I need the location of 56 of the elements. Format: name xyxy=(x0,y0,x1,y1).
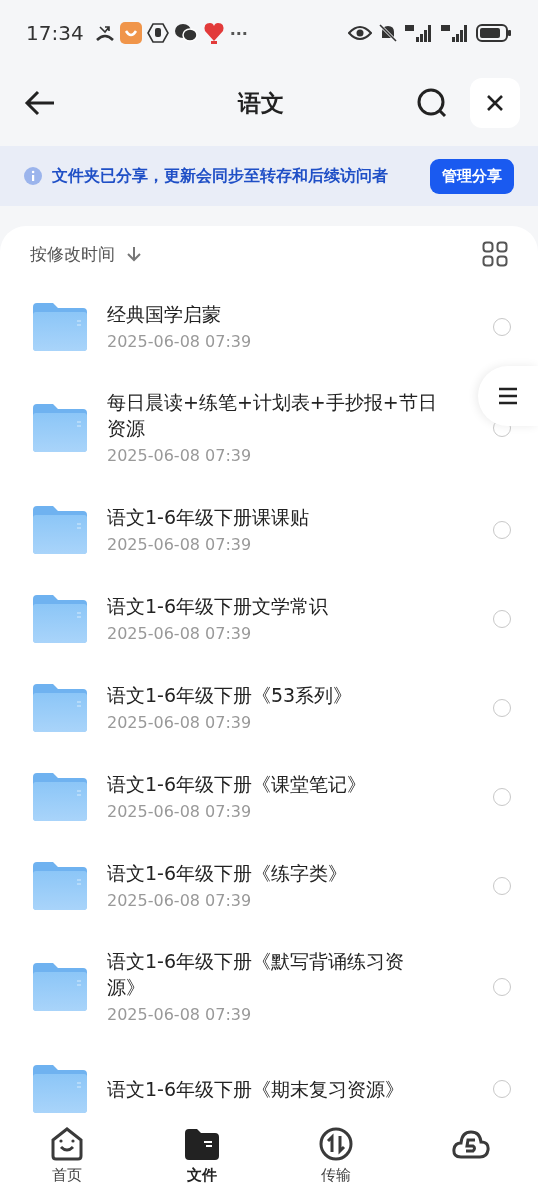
folder-name[interactable]: 语文1-6年级下册《53系列》 xyxy=(107,681,437,708)
more-notifications: ··· xyxy=(229,23,248,43)
chat-app-icon xyxy=(173,23,198,43)
folder-name[interactable]: 语文1-6年级下册《课堂笔记》 xyxy=(107,770,437,797)
modified-date: 2025-06-08 07:39 xyxy=(107,800,253,823)
transfer-icon[interactable] xyxy=(319,1126,354,1162)
folder-name[interactable]: 语文1-6年级下册《期末复习资源》 xyxy=(107,1075,437,1102)
modified-date: 2025-06-08 07:39 xyxy=(107,1004,253,1026)
floating-menu[interactable] xyxy=(478,366,538,426)
search-button[interactable] xyxy=(416,87,448,119)
search-icon xyxy=(416,87,448,119)
back-button[interactable] xyxy=(24,90,56,116)
folder-name[interactable]: 语文1-6年级下册《练字类》 xyxy=(107,859,437,886)
eye-icon xyxy=(348,25,372,41)
folder-icon xyxy=(33,963,87,1011)
signal-icon xyxy=(404,23,434,43)
folder-icon xyxy=(33,505,87,554)
home-icon[interactable] xyxy=(49,1126,86,1162)
signal-icon xyxy=(440,23,470,43)
close-icon xyxy=(486,94,504,112)
nav-tab[interactable]: 首页 xyxy=(52,1166,83,1185)
battery-icon xyxy=(476,23,512,43)
back-arrow-icon xyxy=(24,90,56,116)
grid-view-icon[interactable] xyxy=(482,241,508,267)
folder-icon xyxy=(33,1064,87,1113)
modified-date: 2025-06-08 07:39 xyxy=(107,330,253,353)
info-icon xyxy=(24,167,42,185)
folder-name[interactable]: 语文1-6年级下册《默写背诵练习资源》 xyxy=(107,948,437,1000)
folder-name[interactable]: 语文1-6年级下册课课贴 xyxy=(107,503,437,530)
modified-date: 2025-06-08 07:39 xyxy=(107,533,253,556)
folder-name[interactable]: 语文1-6年级下册文学常识 xyxy=(107,592,437,619)
modified-date: 2025-06-08 07:39 xyxy=(107,889,253,912)
folder-icon xyxy=(33,772,87,821)
folder-icon xyxy=(33,861,87,910)
folder-icon xyxy=(33,302,87,351)
close-button[interactable] xyxy=(470,78,520,128)
modified-date: 2025-06-08 07:39 xyxy=(107,711,253,734)
sort-label[interactable]: 按修改时间 xyxy=(30,242,115,266)
manage-share-button[interactable]: 管理分享 xyxy=(430,158,514,194)
folder-icon xyxy=(33,683,87,732)
page-title: 语文 xyxy=(236,88,285,118)
folder-name[interactable]: 经典国学启蒙 xyxy=(107,300,437,327)
down-arrow-icon[interactable] xyxy=(127,246,141,262)
nav-tab[interactable]: 传输 xyxy=(321,1166,352,1185)
heart-badge-icon xyxy=(202,21,225,45)
menu-icon xyxy=(498,387,518,405)
modified-date: 2025-06-08 07:39 xyxy=(107,622,253,645)
share-notice: 文件夹已分享，更新会同步至转存和后续访问者 xyxy=(52,165,389,187)
clock-time: 17:34 xyxy=(26,21,84,45)
folder-icon xyxy=(33,594,87,643)
nav-tab[interactable]: 文件 xyxy=(186,1166,217,1185)
folder-icon xyxy=(33,404,87,452)
muted-bell-icon xyxy=(378,23,398,43)
folder-icon[interactable] xyxy=(184,1126,219,1162)
folder-name[interactable]: 每日晨读+练笔+计划表+手抄报+节日资源 xyxy=(107,389,437,441)
modified-date: 2025-06-08 07:39 xyxy=(107,445,253,467)
